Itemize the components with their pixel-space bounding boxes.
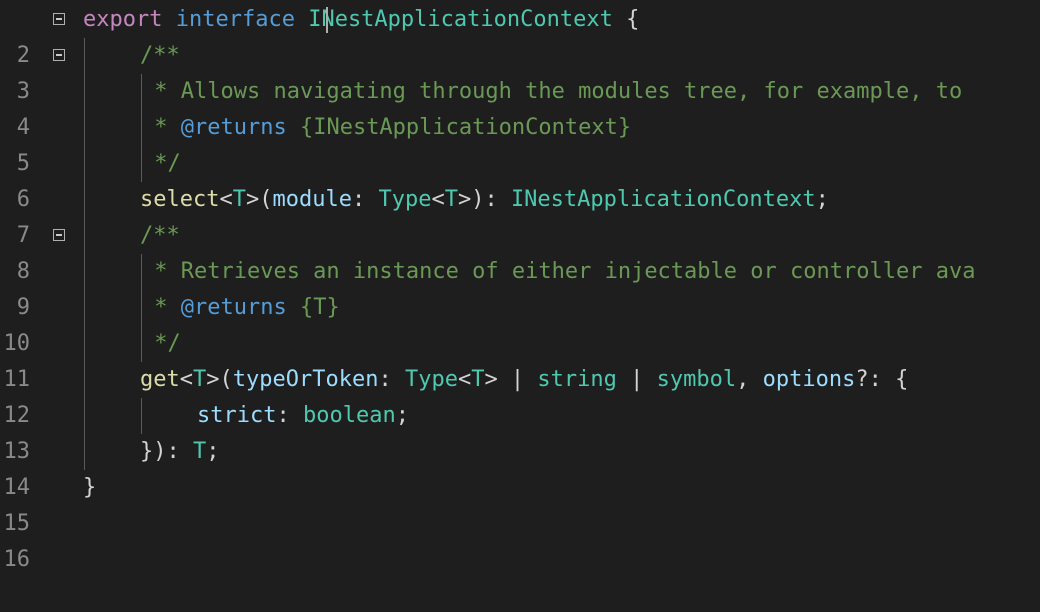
punctuation: : bbox=[378, 367, 405, 392]
code-line[interactable]: 2 export interface INestApplicationConte… bbox=[0, 2, 1040, 68]
type-name: Type bbox=[378, 187, 432, 212]
code-text: */ bbox=[141, 326, 181, 362]
keyword: export bbox=[83, 7, 163, 32]
code-line[interactable]: 8 /** bbox=[0, 218, 1040, 284]
comment: {T} bbox=[286, 295, 340, 320]
code-text: /** bbox=[140, 38, 180, 74]
line-number: 16 bbox=[3, 547, 31, 572]
text-cursor bbox=[326, 7, 328, 33]
fold-icon[interactable] bbox=[53, 229, 65, 241]
property: strict bbox=[197, 403, 277, 428]
type-name: boolean bbox=[302, 403, 396, 428]
code-text: * @returns {T} bbox=[141, 290, 340, 326]
code-line[interactable]: 9 * Retrieves an instance of either inje… bbox=[0, 254, 1040, 320]
fold-icon[interactable] bbox=[53, 49, 65, 61]
comment: * bbox=[141, 295, 181, 320]
code-text: * Allows navigating through the modules … bbox=[141, 74, 962, 110]
code-text: * @returns {INestApplicationContext} bbox=[141, 110, 631, 146]
punctuation: ; bbox=[815, 187, 829, 212]
parameter: typeOrToken bbox=[232, 367, 379, 392]
type-name: symbol bbox=[656, 367, 737, 392]
parameter: module bbox=[272, 187, 352, 212]
code-line[interactable]: 11 */ bbox=[0, 326, 1040, 392]
code-editor[interactable]: 2 export interface INestApplicationConte… bbox=[0, 0, 1040, 612]
type-name: T bbox=[192, 439, 207, 464]
code-line[interactable]: 3 /** bbox=[0, 38, 1040, 104]
punctuation: : bbox=[276, 403, 303, 428]
comment: */ bbox=[141, 151, 181, 176]
punctuation: : bbox=[351, 187, 379, 212]
punctuation: < bbox=[219, 187, 233, 212]
code-text: export interface INestApplicationContext… bbox=[83, 2, 639, 38]
doc-tag: @returns bbox=[180, 115, 287, 140]
doc-tag: @returns bbox=[180, 295, 287, 320]
code-line[interactable]: 15 } bbox=[0, 470, 1040, 536]
punctuation: ; bbox=[206, 439, 220, 464]
code-text: strict: boolean; bbox=[197, 398, 409, 434]
comment: */ bbox=[141, 331, 181, 356]
code-text: /** bbox=[140, 218, 180, 254]
type-name: T bbox=[444, 187, 458, 212]
comment: /** bbox=[140, 223, 180, 248]
code-text: } bbox=[83, 470, 96, 506]
method-name: select bbox=[140, 187, 220, 212]
code-text: * Retrieves an instance of either inject… bbox=[141, 254, 975, 290]
code-line[interactable]: 16 bbox=[0, 506, 1040, 572]
parameter: options bbox=[762, 367, 856, 392]
punctuation: { bbox=[612, 7, 640, 32]
code-line[interactable]: 10 * @returns {T} bbox=[0, 290, 1040, 356]
punctuation: >( bbox=[245, 187, 273, 212]
code-line[interactable]: 5 * @returns {INestApplicationContext} bbox=[0, 110, 1040, 176]
method-name: get bbox=[140, 367, 180, 392]
comment: * Retrieves an instance of either inject… bbox=[141, 259, 976, 284]
punctuation: }): bbox=[140, 439, 193, 464]
code-text: get<T>(typeOrToken: Type<T> | string | s… bbox=[140, 362, 908, 398]
code-line[interactable]: 6 */ bbox=[0, 146, 1040, 212]
punctuation: < bbox=[457, 367, 472, 392]
type-name: string bbox=[537, 367, 617, 392]
type-name: Type bbox=[404, 367, 458, 392]
punctuation: >( bbox=[206, 367, 233, 392]
punctuation: | bbox=[616, 367, 657, 392]
punctuation: ; bbox=[395, 403, 409, 428]
type-name: INestApplicationContext bbox=[510, 187, 816, 212]
type-name: INestApplicationContext bbox=[308, 7, 613, 32]
code-line[interactable]: 4 * Allows navigating through the module… bbox=[0, 74, 1040, 140]
comment: /** bbox=[140, 43, 180, 68]
punctuation: >): bbox=[457, 187, 511, 212]
punctuation: , bbox=[736, 367, 763, 392]
punctuation: } bbox=[83, 475, 97, 500]
code-text: }): T; bbox=[140, 434, 219, 470]
punctuation: > | bbox=[484, 367, 538, 392]
code-line[interactable]: 7 select<T>(module: Type<T>): INestAppli… bbox=[0, 182, 1040, 248]
fold-icon[interactable] bbox=[53, 13, 65, 25]
keyword: interface bbox=[175, 7, 295, 32]
comment: * bbox=[141, 115, 181, 140]
punctuation: ?: { bbox=[855, 367, 909, 392]
type-name: T bbox=[471, 367, 485, 392]
code-line[interactable]: 14 }): T; bbox=[0, 434, 1040, 500]
code-text: */ bbox=[141, 146, 181, 182]
punctuation: < bbox=[431, 187, 445, 212]
code-line[interactable]: 13 strict: boolean; bbox=[0, 398, 1040, 464]
punctuation: < bbox=[179, 367, 193, 392]
code-line[interactable]: 12 get<T>(typeOrToken: Type<T> | string … bbox=[0, 362, 1040, 428]
comment: {INestApplicationContext} bbox=[286, 115, 632, 140]
type-name: T bbox=[193, 367, 207, 392]
comment: * Allows navigating through the modules … bbox=[141, 79, 963, 104]
code-text: select<T>(module: Type<T>): INestApplica… bbox=[140, 182, 829, 218]
type-name: T bbox=[232, 187, 246, 212]
